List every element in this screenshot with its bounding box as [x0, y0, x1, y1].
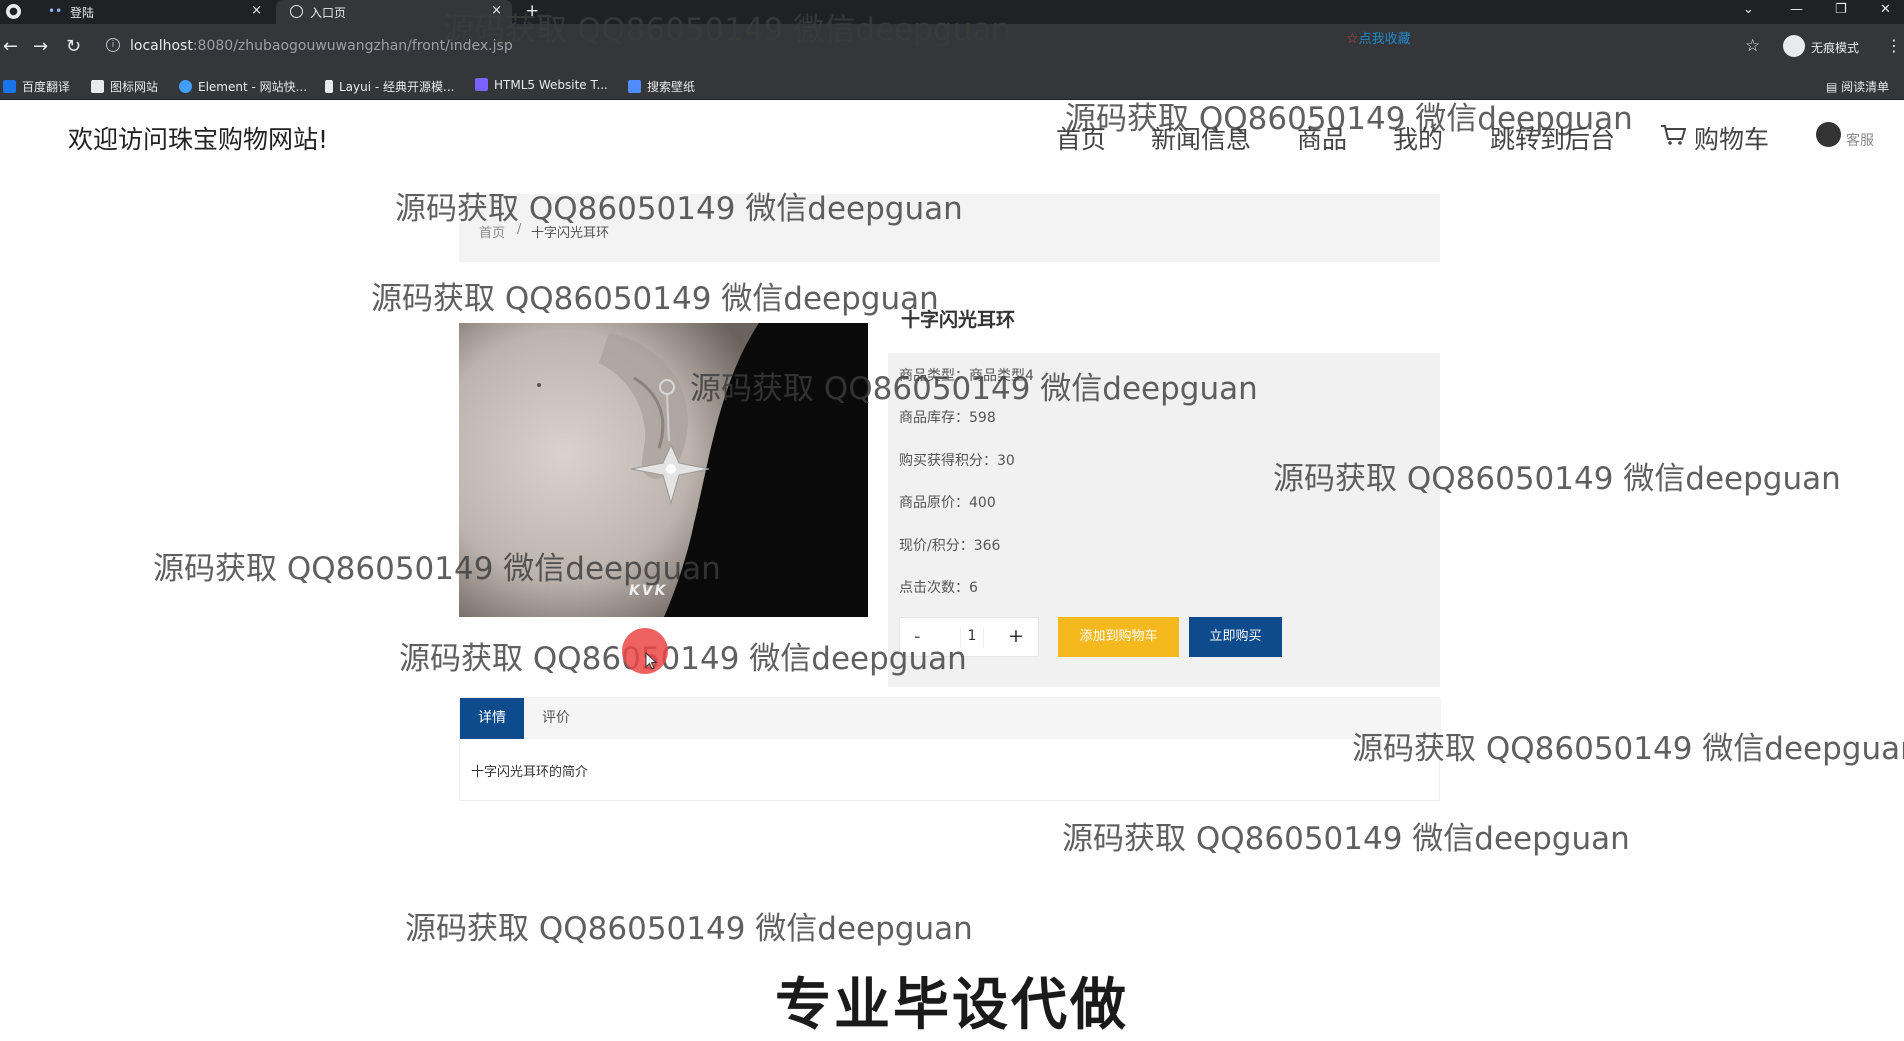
nav-mine[interactable]: 我的 — [1393, 120, 1443, 156]
favorite-button[interactable]: ☆点我收藏 — [1346, 28, 1411, 47]
info-original-price: 商品原价：400 — [899, 495, 996, 511]
mouse-pointer-icon — [645, 652, 658, 670]
breadcrumb: 首页 / 十字闪光耳环 — [459, 194, 1440, 262]
close-window-icon[interactable]: ✕ — [1880, 2, 1891, 17]
tab-reviews[interactable]: 评价 — [542, 698, 570, 739]
product-title: 十字闪光耳环 — [901, 309, 1016, 331]
info-stock: 商品库存：598 — [899, 410, 996, 426]
url-field[interactable]: localhost:8080/zhubaogouwuwangzhan/front… — [130, 38, 513, 54]
tab-close-icon[interactable]: × — [251, 3, 262, 18]
product-tabs: 详情 评价 十字闪光耳环的简介 — [459, 697, 1441, 801]
site-welcome-title: 欢迎访问珠宝购物网站! — [68, 125, 329, 154]
cart-icon[interactable] — [1660, 124, 1686, 146]
info-points: 购买获得积分：30 — [899, 453, 1015, 469]
browser-logo-icon: ● — [6, 4, 21, 19]
nav-news[interactable]: 新闻信息 — [1151, 120, 1251, 156]
new-tab-button[interactable]: + — [525, 1, 539, 21]
incognito-icon — [1783, 35, 1805, 57]
star-icon: ☆ — [1346, 31, 1359, 47]
tab-title: 入口页 — [310, 6, 347, 20]
watermark-text: 源码获取 QQ86050149 微信deepguan — [371, 281, 939, 317]
tab-details[interactable]: 详情 — [460, 698, 524, 739]
minimize-icon[interactable]: — — [1790, 2, 1803, 17]
browser-menu-icon[interactable]: ⋮ — [1886, 36, 1902, 55]
info-type: 商品类型：商品类型4 — [899, 368, 1034, 384]
nav-admin[interactable]: 跳转到后台 — [1490, 120, 1615, 156]
bookmark-item[interactable]: 搜索壁纸 — [628, 78, 695, 95]
tab-entry-page[interactable]: 入口页 × — [276, 0, 512, 24]
reload-icon[interactable]: ↻ — [66, 36, 81, 57]
bookmarks-bar: 百度翻译 图标网站 Element - 网站快... Layui - 经典开源模… — [0, 72, 1904, 100]
info-clicks: 点击次数：6 — [899, 580, 978, 596]
tab-login[interactable]: •• 登陆 × — [36, 0, 272, 24]
site-info-icon[interactable]: i — [106, 38, 120, 52]
tab-title: 登陆 — [70, 6, 95, 20]
tab-favicon-icon: •• — [48, 4, 63, 18]
incognito-label: 无痕模式 — [1811, 41, 1860, 55]
nav-home[interactable]: 首页 — [1056, 120, 1106, 156]
image-brand-mark: KVK — [629, 583, 668, 599]
quantity-stepper: - 1 + — [899, 617, 1039, 657]
bookmark-item[interactable]: HTML5 Website T... — [475, 78, 608, 92]
tab-header: 详情 评价 — [460, 698, 1441, 739]
breadcrumb-current: 十字闪光耳环 — [531, 226, 610, 241]
browser-tab-strip: ● •• 登陆 × 入口页 × + ⌄ — ❐ ✕ — [0, 0, 1904, 24]
tab-search-icon[interactable]: ⌄ — [1743, 2, 1754, 17]
reading-list[interactable]: ▤ 阅读清单 — [1826, 78, 1889, 95]
bookmark-item[interactable]: 图标网站 — [91, 78, 158, 95]
breadcrumb-separator: / — [517, 222, 522, 237]
customer-service-link[interactable]: 客服 — [1846, 130, 1874, 150]
globe-icon — [290, 5, 303, 18]
nav-products[interactable]: 商品 — [1297, 120, 1347, 156]
bookmark-item[interactable]: Element - 网站快... — [179, 78, 307, 95]
watermark-text: 源码获取 QQ86050149 微信deepguan — [1062, 821, 1630, 857]
info-current-price: 现价/积分：366 — [899, 538, 1001, 554]
product-image: KVK — [459, 323, 868, 617]
address-toolbar: ← → ↻ i localhost:8080/zhubaogouwuwangzh… — [0, 24, 1904, 72]
buy-now-button[interactable]: 立即购买 — [1189, 617, 1282, 657]
tab-close-icon[interactable]: × — [491, 3, 502, 18]
bookmark-item[interactable]: 百度翻译 — [3, 78, 70, 95]
watermark-text: 源码获取 QQ86050149 微信deepguan — [399, 641, 967, 677]
quantity-input[interactable]: 1 — [960, 628, 984, 648]
restore-icon[interactable]: ❐ — [1835, 2, 1847, 17]
product-description: 十字闪光耳环的简介 — [471, 765, 589, 780]
bookmark-star-icon[interactable]: ☆ — [1745, 36, 1760, 56]
qty-decrease-button[interactable]: - — [914, 626, 921, 647]
back-icon[interactable]: ← — [3, 36, 18, 57]
nav-cart[interactable]: 购物车 — [1694, 120, 1769, 156]
breadcrumb-home[interactable]: 首页 — [479, 222, 505, 241]
watermark-text: 源码获取 QQ86050149 微信deepguan — [405, 911, 973, 947]
bookmark-item[interactable]: Layui - 经典开源模... — [325, 78, 454, 95]
forward-icon[interactable]: → — [33, 36, 48, 57]
qty-increase-button[interactable]: + — [1008, 625, 1024, 647]
add-to-cart-button[interactable]: 添加到购物车 — [1058, 617, 1179, 657]
slogan-caption: 专业毕设代做 — [775, 973, 1129, 1038]
wechat-icon[interactable] — [1816, 122, 1841, 147]
